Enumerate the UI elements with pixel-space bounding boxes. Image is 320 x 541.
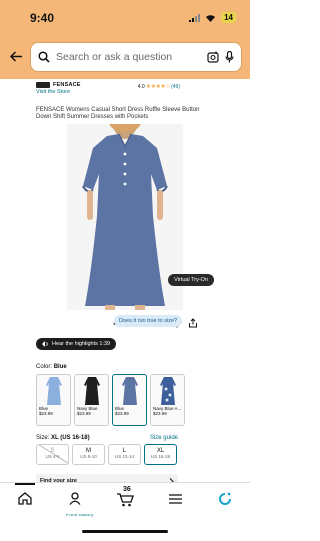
status-time: 9:40	[30, 11, 55, 25]
color-selection-label: Color: Blue	[0, 364, 250, 370]
wifi-icon	[206, 14, 216, 22]
star-rating-icon: ★★★★☆	[145, 84, 171, 90]
color-swatches: Blue $23.99 Navy Blue $23.99 Blue $23.99…	[0, 374, 250, 426]
size-range: US 12-14	[114, 454, 134, 459]
selected-color: Blue	[53, 364, 67, 370]
color-label: Color:	[36, 364, 53, 370]
nav-cart[interactable]: 36	[110, 485, 140, 513]
visit-store-link[interactable]: Visit the Store	[36, 89, 214, 95]
signal-icon	[189, 13, 201, 22]
swatch-price: $23.99	[153, 411, 167, 416]
color-swatch[interactable]: Blue $23.99	[36, 374, 71, 426]
swatch-price: $23.99	[77, 411, 91, 416]
bottom-nav: 36	[0, 482, 250, 514]
size-range: US 4-6	[45, 454, 60, 459]
highlights-row: Hear the highlights 1:39 Does it run tru…	[0, 315, 250, 350]
active-tab-indicator	[15, 482, 35, 485]
person-icon	[69, 492, 81, 505]
nav-home[interactable]	[10, 482, 40, 513]
product-title: FENSACE Womens Casual Short Dress Ruffle…	[36, 107, 200, 120]
camera-scan-icon[interactable]	[207, 51, 219, 63]
status-bar: 9:40 14	[0, 0, 250, 34]
color-swatch-selected[interactable]: Blue $23.99	[112, 374, 147, 426]
share-icon[interactable]	[188, 318, 198, 328]
rating-summary[interactable]: 4.0 ★★★★☆ (49)	[137, 83, 180, 91]
size-option-m[interactable]: M US 8-10	[72, 444, 105, 465]
size-label: Size:	[36, 435, 50, 441]
swatch-price: $23.99	[115, 411, 129, 416]
swatch-dress	[83, 377, 100, 405]
size-option-xl[interactable]: XL US 16-18	[144, 444, 177, 465]
home-indicator[interactable]	[82, 530, 168, 533]
virtual-tryon-button[interactable]: Virtual Try-On	[168, 274, 214, 286]
hear-highlights-label: Hear the highlights 1:39	[52, 341, 111, 347]
home-icon	[18, 492, 32, 505]
search-input[interactable]	[56, 50, 201, 63]
swatch-dress	[159, 377, 176, 405]
nav-assistant[interactable]	[210, 485, 240, 513]
nav-menu[interactable]	[160, 485, 190, 513]
battery-indicator: 14	[221, 12, 236, 23]
color-swatch[interactable]: Navy Blue $23.99	[74, 374, 109, 426]
back-arrow-icon	[9, 51, 22, 62]
cart-icon	[117, 492, 134, 506]
swatch-dress	[121, 377, 138, 405]
size-option-l[interactable]: L US 12-14	[108, 444, 141, 465]
size-name: S	[50, 448, 55, 454]
selected-size: XL (US 16-18)	[51, 435, 90, 441]
microphone-icon[interactable]	[225, 50, 234, 63]
search-icon	[38, 50, 50, 63]
swatch-dress	[45, 377, 62, 405]
size-range: US 16-18	[150, 454, 170, 459]
status-icons: 14	[189, 12, 236, 23]
size-range: US 8-10	[80, 454, 97, 459]
search-header	[0, 34, 250, 79]
hear-highlights-button[interactable]: Hear the highlights 1:39	[36, 338, 117, 350]
assistant-icon	[219, 492, 231, 505]
dress-photo	[67, 124, 183, 310]
search-bar[interactable]	[30, 41, 242, 72]
menu-icon	[168, 493, 182, 504]
product-image[interactable]	[67, 124, 183, 310]
color-swatch[interactable]: Navy Blue A... $23.99	[150, 374, 185, 426]
size-options: S US 4-6 M US 8-10 L US 12-14 XL US 16-1…	[0, 444, 250, 465]
brand-row: FENSACE	[36, 82, 214, 88]
sound-wave-icon	[42, 341, 48, 347]
size-selection-header: Size: XL (US 16-18) Size guide	[0, 435, 250, 441]
cart-count: 36	[123, 485, 131, 493]
brand-name: FENSACE	[53, 82, 81, 88]
fit-question-chip[interactable]: Does it run true to size?	[114, 315, 183, 327]
product-header: FENSACE Visit the Store 4.0 ★★★★☆ (49)	[0, 79, 250, 107]
rating-count: (49)	[171, 83, 180, 90]
brand-logo	[36, 82, 50, 88]
size-selection-label: Size: XL (US 16-18)	[36, 435, 90, 441]
back-button[interactable]	[8, 47, 24, 67]
swatch-price: $23.99	[39, 411, 53, 416]
size-option-s[interactable]: S US 4-6	[36, 444, 69, 465]
rating-value: 4.0	[137, 83, 145, 90]
size-guide-link[interactable]: Size guide	[150, 435, 178, 441]
nav-account[interactable]	[60, 485, 90, 513]
